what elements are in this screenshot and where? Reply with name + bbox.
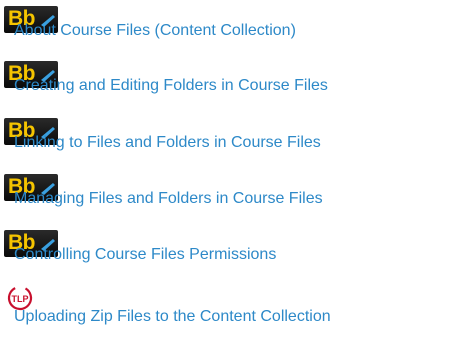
tlp-logo-text: TLP <box>12 294 29 304</box>
help-link-list: Bb About Course Files (Content Collectio… <box>0 0 463 339</box>
link-item-about-course-files: Bb About Course Files (Content Collectio… <box>4 6 463 46</box>
link-about-course-files[interactable]: About Course Files (Content Collection) <box>14 21 296 41</box>
link-managing-files-folders[interactable]: Managing Files and Folders in Course Fil… <box>14 189 323 209</box>
link-uploading-zip-files[interactable]: Uploading Zip Files to the Content Colle… <box>14 307 331 327</box>
link-item-controlling-permissions: Bb Controlling Course Files Permissions <box>4 230 463 270</box>
link-creating-editing-folders[interactable]: Creating and Editing Folders in Course F… <box>14 76 328 96</box>
link-item-uploading-zip-files: TLP Uploading Zip Files to the Content C… <box>4 285 463 325</box>
link-linking-files-folders[interactable]: Linking to Files and Folders in Course F… <box>14 133 321 153</box>
link-item-creating-editing-folders: Bb Creating and Editing Folders in Cours… <box>4 61 463 101</box>
link-item-linking-files-folders: Bb Linking to Files and Folders in Cours… <box>4 118 463 158</box>
link-item-managing-files-folders: Bb Managing Files and Folders in Course … <box>4 174 463 214</box>
link-controlling-permissions[interactable]: Controlling Course Files Permissions <box>14 245 276 265</box>
